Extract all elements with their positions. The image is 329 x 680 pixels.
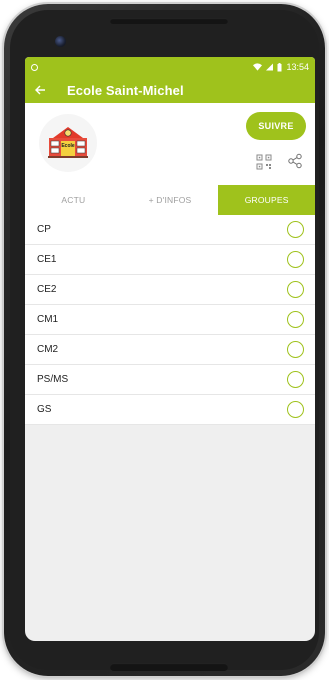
share-icon[interactable] <box>287 153 303 169</box>
page-title: Ecole Saint-Michel <box>67 82 184 98</box>
qr-code-icon[interactable] <box>256 154 272 170</box>
list-item[interactable]: CE2 <box>25 275 315 305</box>
app-bar: Ecole Saint-Michel <box>25 77 315 103</box>
list-item[interactable]: GS <box>25 395 315 425</box>
battery-icon <box>277 62 282 71</box>
group-radio[interactable] <box>287 221 304 238</box>
group-label: PS/MS <box>37 374 69 385</box>
status-time: 13:54 <box>286 62 309 72</box>
notification-icon <box>31 63 38 71</box>
group-label: CM1 <box>37 314 59 325</box>
group-label: CE2 <box>37 284 57 295</box>
app-screen: 13:54 Ecole Saint-Michel Ecole SUIVRE AC… <box>25 57 315 641</box>
school-building-icon: Ecole <box>48 127 88 158</box>
list-item[interactable]: CM2 <box>25 335 315 365</box>
group-radio[interactable] <box>287 251 304 268</box>
school-header: Ecole SUIVRE <box>25 103 315 185</box>
group-radio[interactable] <box>287 341 304 358</box>
group-label: CE1 <box>37 254 57 265</box>
group-radio[interactable] <box>287 311 304 328</box>
list-item[interactable]: CE1 <box>25 245 315 275</box>
earpiece-speaker <box>110 18 228 24</box>
group-radio[interactable] <box>287 281 304 298</box>
list-item[interactable]: PS/MS <box>25 365 315 395</box>
logo-label: Ecole <box>61 143 75 149</box>
group-label: GS <box>37 404 52 415</box>
tab-actu[interactable]: ACTU <box>25 185 122 215</box>
status-bar: 13:54 <box>25 57 315 77</box>
tab-infos[interactable]: + D'INFOS <box>122 185 219 215</box>
school-logo: Ecole <box>39 114 97 172</box>
list-item[interactable]: CP <box>25 215 315 245</box>
group-list: CP CE1 CE2 CM1 CM2 PS/MS GS <box>25 215 315 425</box>
back-arrow-icon[interactable] <box>35 84 53 97</box>
group-radio[interactable] <box>287 371 304 388</box>
group-label: CP <box>37 224 51 235</box>
tab-bar: ACTU + D'INFOS GROUPES <box>25 185 315 215</box>
group-radio[interactable] <box>287 401 304 418</box>
follow-button[interactable]: SUIVRE <box>246 112 306 140</box>
front-camera <box>55 36 66 47</box>
wifi-icon <box>253 63 263 71</box>
group-label: CM2 <box>37 344 59 355</box>
phone-frame: 13:54 Ecole Saint-Michel Ecole SUIVRE AC… <box>4 4 325 676</box>
list-item[interactable]: CM1 <box>25 305 315 335</box>
cell-signal-icon <box>266 63 274 71</box>
bottom-speaker <box>110 663 228 671</box>
tab-groupes[interactable]: GROUPES <box>218 185 315 215</box>
